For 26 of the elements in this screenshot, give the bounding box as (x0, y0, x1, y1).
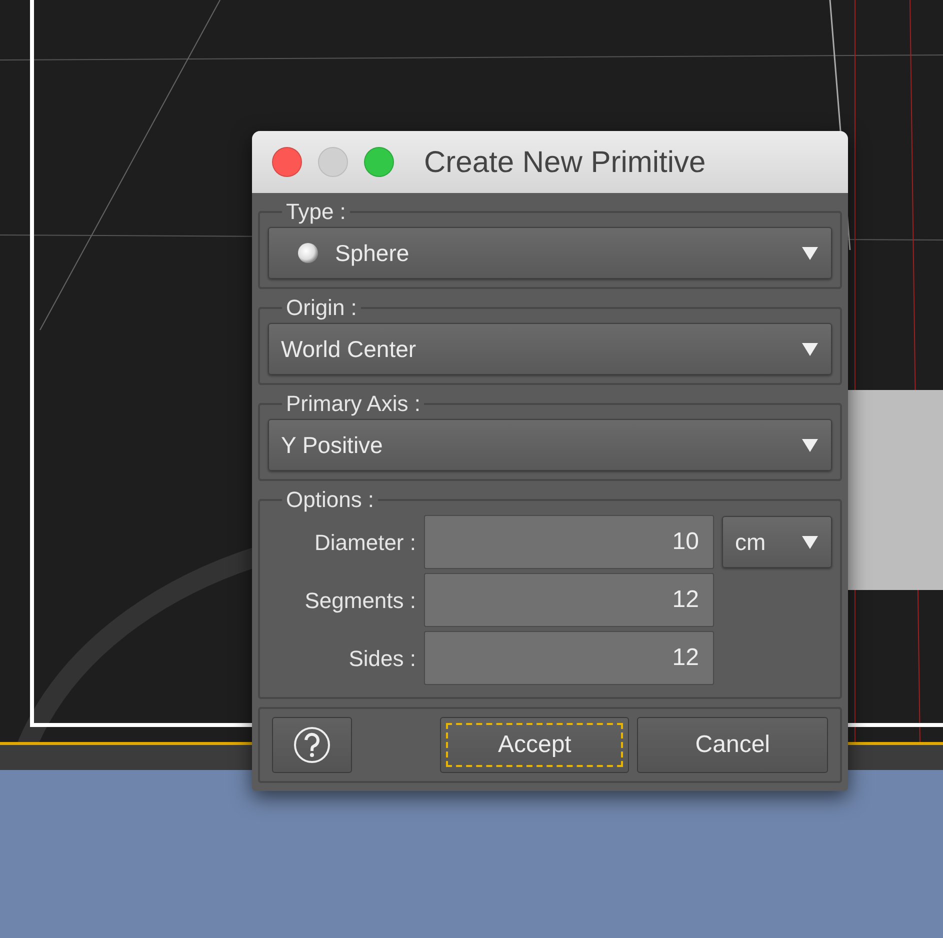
dropdown[interactable]: Y Positive (268, 419, 832, 471)
sphere-icon (297, 242, 319, 264)
number-field[interactable]: 10 (424, 515, 714, 569)
group-label: Primary Axis : (285, 393, 422, 415)
group-label: Origin : (285, 297, 358, 319)
caret-icon (801, 341, 819, 357)
caret-icon (801, 245, 819, 261)
caret-icon (801, 534, 819, 550)
window-title: Create New Primitive (424, 144, 706, 180)
window-zoom-button[interactable] (364, 147, 394, 177)
group-label: Type : (285, 201, 347, 223)
number-field[interactable]: 12 (424, 631, 714, 685)
number-field[interactable]: 12 (424, 573, 714, 627)
unit-dropdown[interactable]: cm (722, 516, 832, 568)
help-button[interactable] (272, 717, 352, 773)
field-label: Diameter : (314, 528, 416, 556)
dropdown[interactable]: World Center (268, 323, 832, 375)
window-close-button[interactable] (272, 147, 302, 177)
dialog-button[interactable]: Cancel (637, 717, 828, 773)
help-icon (292, 725, 332, 765)
field-label: Sides : (348, 644, 416, 672)
dropdown[interactable]: Sphere (268, 227, 832, 279)
dialog-button[interactable]: Accept (440, 717, 630, 773)
field-label: Segments : (304, 586, 416, 615)
group-label: Options : (285, 489, 376, 511)
caret-icon (801, 437, 819, 453)
